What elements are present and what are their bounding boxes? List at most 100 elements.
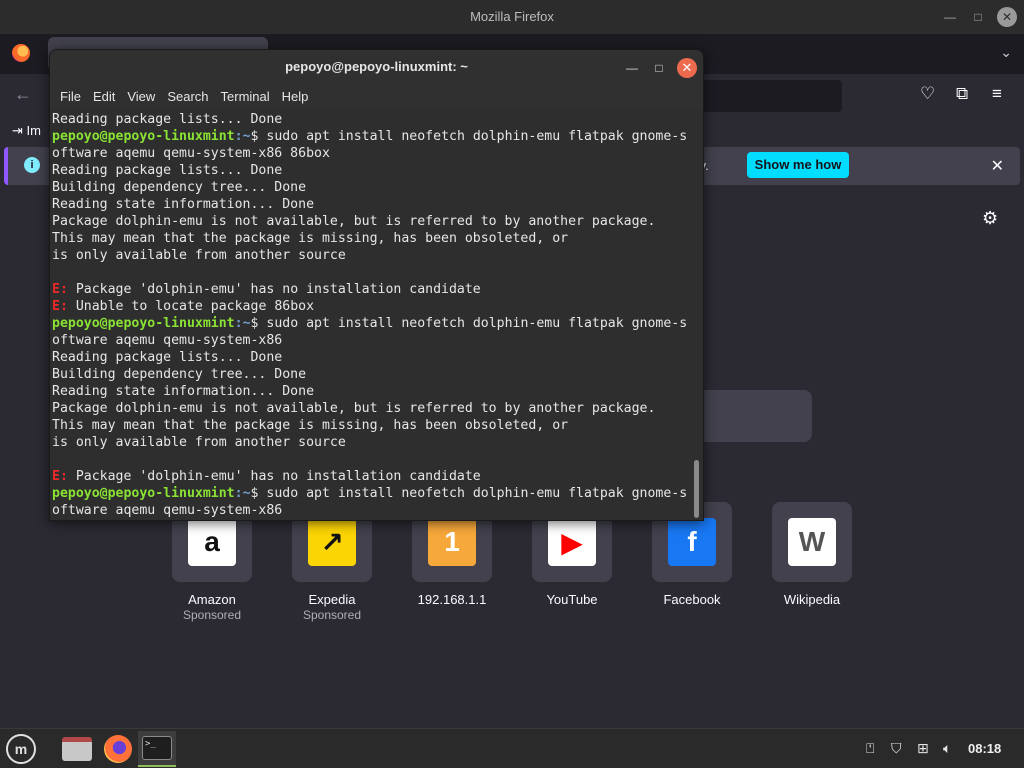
files-launcher[interactable] [58,731,96,767]
tile-box[interactable]: W [772,502,852,582]
tile-label: Wikipedia [783,592,841,607]
tile-label: Amazon [188,592,236,607]
amazon-icon: a [188,518,236,566]
error-tag: E: [52,282,68,297]
terminal-menu-search[interactable]: Search [165,89,210,104]
terminal-line: Reading package lists... Done [52,112,283,127]
error-tag: E: [52,469,68,484]
number-one-icon: 1 [428,518,476,566]
import-bookmarks-link[interactable]: ⇥ Im [12,123,41,139]
url-bar[interactable] [700,80,842,112]
terminal-icon: >_ [142,736,172,760]
volume-icon[interactable]: 🔈︎ [943,740,951,757]
prompt-path: :~ [234,129,251,144]
terminal-line: Building dependency tree... Done [52,180,307,195]
terminal-menu-edit[interactable]: Edit [91,89,117,104]
firefox-launcher[interactable] [99,731,137,767]
prompt-user: pepoyo@pepoyo-linuxmint [52,316,235,331]
mint-menu-icon[interactable]: m [6,734,36,764]
terminal-lines: Reading package lists... Done pepoyo@pepo… [52,111,687,519]
prompt-user: pepoyo@pepoyo-linuxmint [52,486,235,501]
terminal-line: Package dolphin-emu is not available, bu… [52,214,656,229]
close-icon[interactable]: ✕ [991,156,1004,176]
tile-label: Facebook [663,592,721,607]
hamburger-menu-icon[interactable]: ≡ [992,84,1002,104]
terminal-line: oftware aqemu qemu-system-x86 [52,333,283,348]
error-text: Package 'dolphin-emu' has no installatio… [67,469,481,484]
tile-label: 192.168.1.1 [417,592,487,607]
terminal-line: Reading state information... Done [52,384,315,399]
info-icon: i [24,157,40,173]
prompt-path: :~ [234,316,251,331]
terminal-maximize-button[interactable]: □ [649,58,669,78]
terminal-line: E: Package 'dolphin-emu' has no installa… [52,281,687,298]
back-arrow-icon[interactable]: ← [14,84,32,105]
firefox-icon [104,735,132,763]
terminal-line: oftware aqemu qemu-system-x86 [52,503,283,518]
extensions-icon[interactable]: ⧉ [956,84,968,104]
expedia-icon: ↗ [308,518,356,566]
folder-icon [62,737,92,761]
shield-icon[interactable]: ⛉ [891,740,902,757]
terminal-line: This may mean that the package is missin… [52,231,569,246]
terminal-window: pepoyo@pepoyo-linuxmint: ~ ― □ ✕ File Edi… [49,49,704,521]
prompt-command: $ sudo apt install neofetch dolphin-emu … [250,316,688,331]
terminal-line: This may mean that the package is missin… [52,418,569,433]
close-button[interactable]: ✕ [997,7,1017,27]
maximize-button[interactable]: □ [968,7,988,27]
terminal-line: E: Package 'dolphin-emu' has no installa… [52,468,687,485]
terminal-titlebar: pepoyo@pepoyo-linuxmint: ~ ― □ ✕ [50,50,703,84]
terminal-minimize-button[interactable]: ― [622,58,642,78]
prompt-command: $ sudo apt install neofetch dolphin-emu … [250,486,688,501]
terminal-line: pepoyo@pepoyo-linuxmint:~$ sudo apt inst… [52,315,687,332]
terminal-line: oftware aqemu qemu-system-x86 86box [52,146,330,161]
terminal-line: Package dolphin-emu is not available, bu… [52,401,656,416]
terminal-line: is only available from another source [52,248,346,263]
terminal-line: Reading state information... Done [52,197,315,212]
terminal-menubar: File Edit View Search Terminal Help [50,84,703,110]
tile-label: YouTube [546,592,598,607]
facebook-icon: f [668,518,716,566]
error-text: Package 'dolphin-emu' has no installatio… [67,282,481,297]
terminal-scrollbar[interactable] [694,460,699,518]
tile-sponsored-label: Sponsored [182,608,242,622]
error-text: Unable to locate package 86box [67,299,315,314]
terminal-line: Reading package lists... Done [52,163,283,178]
terminal-line: is only available from another source [52,435,346,450]
tile-sponsored-label: Sponsored [302,608,362,622]
chevron-down-icon[interactable]: ⌄ [1000,44,1012,61]
firefox-window-title: Mozilla Firefox [470,9,554,24]
terminal-line: Building dependency tree... Done [52,367,307,382]
terminal-menu-view[interactable]: View [125,89,157,104]
show-me-how-button[interactable]: Show me how [747,152,849,178]
terminal-menu-file[interactable]: File [58,89,83,104]
firefox-logo-icon [12,44,30,62]
prompt-command: $ sudo apt install neofetch dolphin-emu … [250,129,688,144]
tile-label: Expedia [308,592,356,607]
gear-icon[interactable]: ⚙ [982,208,998,229]
top-site-wikipedia[interactable]: W Wikipedia [772,502,852,622]
pocket-icon[interactable]: ♡ [920,84,935,104]
terminal-line: E: Unable to locate package 86box [52,298,687,315]
clock[interactable]: 08:18 [968,741,1001,756]
prompt-user: pepoyo@pepoyo-linuxmint [52,129,235,144]
wikipedia-icon: W [788,518,836,566]
taskbar: m >_ ⍞ ⛉ ⊞ 🔈︎ 08:18 [0,728,1024,768]
terminal-title: pepoyo@pepoyo-linuxmint: ~ [285,59,468,74]
terminal-line: Reading package lists... Done [52,350,283,365]
terminal-launcher[interactable]: >_ [138,731,176,767]
error-tag: E: [52,299,68,314]
terminal-output[interactable]: Reading package lists... Done pepoyo@pepo… [50,110,703,520]
terminal-menu-help[interactable]: Help [280,89,311,104]
import-bookmarks-label: Im [26,123,41,138]
update-manager-icon[interactable]: ⍞ [866,740,874,757]
terminal-menu-terminal[interactable]: Terminal [219,89,272,104]
firefox-titlebar: Mozilla Firefox ― □ ✕ [0,0,1024,34]
terminal-close-button[interactable]: ✕ [677,58,697,78]
terminal-line: pepoyo@pepoyo-linuxmint:~$ sudo apt inst… [52,128,687,145]
youtube-icon: ▶ [548,518,596,566]
minimize-button[interactable]: ― [940,7,960,27]
network-icon[interactable]: ⊞ [917,740,929,757]
